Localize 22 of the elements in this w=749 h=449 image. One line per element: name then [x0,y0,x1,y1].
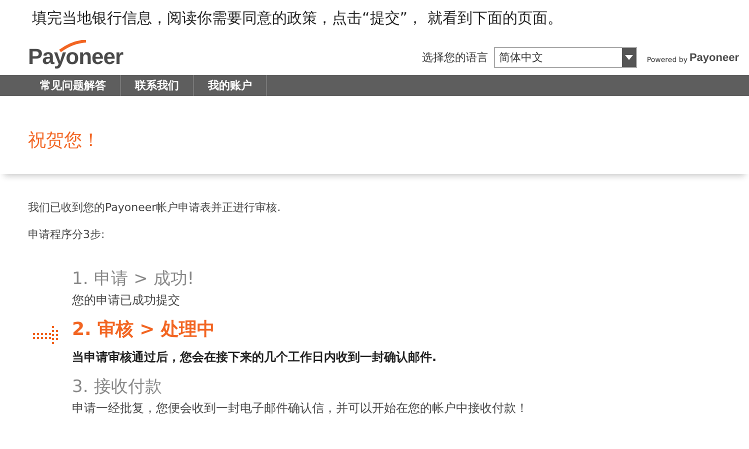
steps-label: 申请程序分3步: [28,227,106,242]
step-title: 审核 > 处理中 [97,319,215,341]
step-note: 申请一经批复，您便会收到一封电子邮件确认信，并可以开始在您的帐户中接收付款！ [72,400,528,417]
payoneer-logo: Payoneer [689,52,739,64]
nav-link[interactable]: 常见问题解答 [26,75,121,96]
dotted-arrow-icon [33,325,61,345]
step-number: 2. [72,319,92,341]
step-title: 申请 > 成功! [94,268,194,290]
payoneer-logo: Payoneer [28,40,124,68]
caption-text: 填完当地银行信息，阅读你需要同意的政策，点击“提交”， 就看到下面的页面。 [31,8,564,29]
page-heading: 祝贺您！ [28,129,101,152]
intro-text: 我们已收到您的Payoneer帐户申请表并正进行审核. [28,200,282,215]
nav-link[interactable]: 联系我们 [121,75,194,96]
language-label: 选择您的语言 [422,50,488,65]
caret-icon [624,55,633,60]
step-title: 接收付款 [94,376,162,398]
nav-link[interactable]: 我的账户 [194,75,267,96]
step-note: 您的申请已成功提交 [72,292,181,309]
language-dropdown[interactable]: 简体中文 [494,47,637,68]
step-number: 1. [72,268,88,290]
step-note: 当申请审核通过后，您会在接下来的几个工作日内收到一封确认邮件. [72,349,437,366]
step-number: 3. [72,376,88,398]
